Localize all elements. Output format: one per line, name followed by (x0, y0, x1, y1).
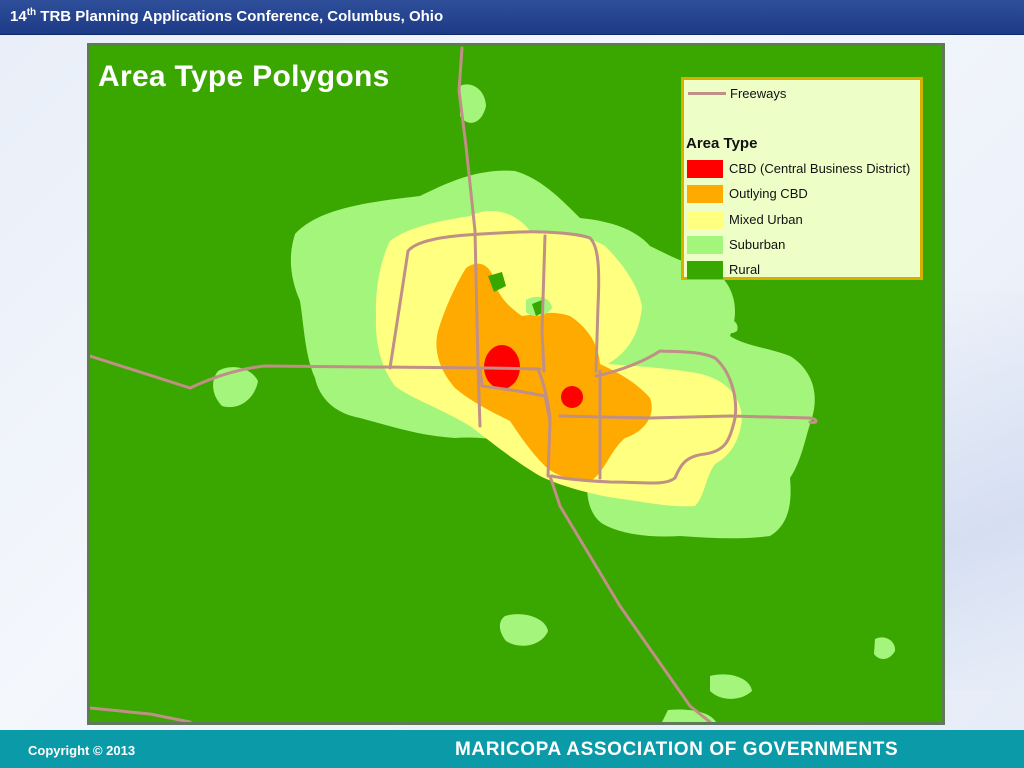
suburban-patch-north (460, 84, 486, 123)
suburban-patch-4 (710, 674, 752, 699)
footer-bar: Copyright © 2013 MARICOPA ASSOCIATION OF… (0, 730, 1024, 768)
legend-item-label: CBD (Central Business District) (729, 161, 911, 176)
legend-item-label: Rural (729, 262, 761, 277)
slide-title: Area Type Polygons (98, 60, 390, 93)
rural-swatch (687, 261, 723, 279)
cbd-zone-east (561, 386, 583, 408)
suburban-patch-3 (874, 637, 896, 660)
legend-item-label: Suburban (729, 237, 786, 252)
legend-item-label: Mixed Urban (729, 212, 803, 227)
area-type-heading: Area Type (686, 135, 758, 152)
outlying-cbd-swatch (687, 185, 723, 203)
cbd-swatch (687, 160, 723, 178)
conference-number: 14 (10, 8, 27, 25)
freeway-swatch (688, 92, 726, 95)
copyright-text: Copyright © 2013 (28, 743, 136, 758)
area-type-map: Area Type Polygons Freeways Area Type CB… (87, 43, 945, 725)
legend-item-label: Outlying CBD (729, 186, 808, 201)
conference-ordinal: th (26, 7, 37, 18)
suburban-patch-west (213, 367, 258, 408)
suburban-patch-2 (499, 614, 548, 646)
mixed-urban-swatch (687, 211, 723, 229)
conference-title: 14th TRB Planning Applications Conferenc… (10, 7, 443, 25)
organization-logo: MARICOPA ASSOCIATION OF GOVERNMENTS (455, 739, 899, 760)
map-legend: Freeways Area Type CBD (Central Business… (681, 77, 923, 280)
freeways-label: Freeways (730, 86, 787, 101)
conference-name: TRB Planning Applications Conference, Co… (36, 8, 444, 25)
header-bar: 14th TRB Planning Applications Conferenc… (0, 0, 1024, 35)
suburban-swatch (687, 236, 723, 254)
freeway-southwest (90, 706, 192, 722)
background-decoration (934, 290, 1024, 690)
